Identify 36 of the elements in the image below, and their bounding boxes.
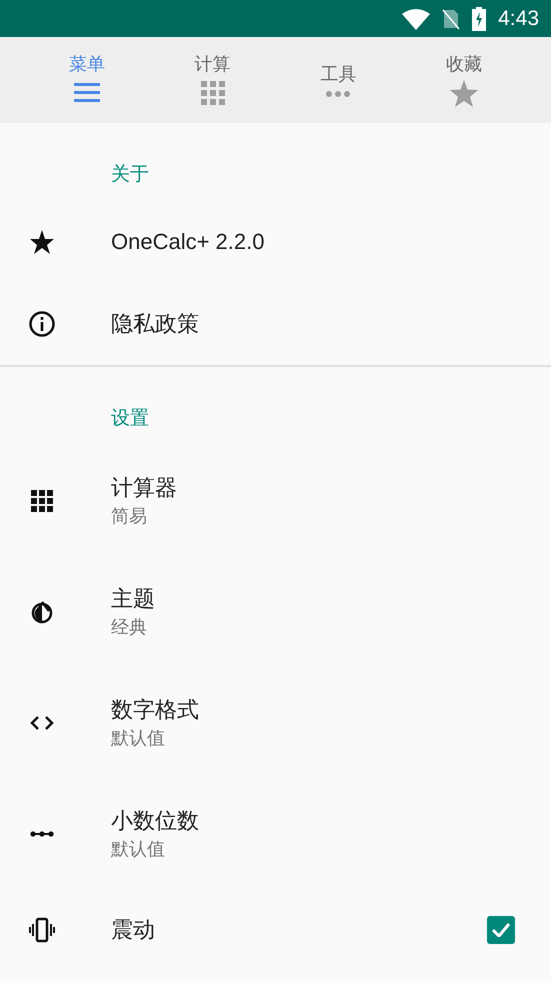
clock-time: 4:43 — [498, 6, 539, 32]
tab[interactable]: 工具 — [276, 37, 402, 123]
item-subtitle: 经典 — [111, 616, 148, 638]
tab[interactable]: 计算 — [150, 37, 276, 123]
dots-icon — [324, 90, 352, 98]
tab[interactable]: 收藏 — [401, 37, 527, 123]
no-sim-icon — [442, 8, 460, 30]
settings-item[interactable]: 主题 经典 — [0, 556, 551, 667]
settings-item[interactable]: 小数位数 默认值 — [0, 778, 551, 889]
info-icon — [28, 310, 56, 338]
settings-item[interactable]: 数字格式 默认值 — [0, 667, 551, 778]
wifi-icon — [402, 8, 430, 30]
item-title: 数字格式 — [111, 696, 200, 724]
item-subtitle: 默认值 — [111, 726, 166, 750]
item-title: 震动 — [111, 916, 156, 944]
section-header: 设置 — [111, 408, 149, 429]
item-subtitle: 简易 — [111, 504, 148, 528]
item-title: OneCalc+ 2.2.0 — [111, 228, 266, 256]
settings-item[interactable]: 计算器 简易 — [0, 445, 551, 556]
item-title: 主题 — [111, 584, 156, 612]
item-title: 小数位数 — [111, 806, 200, 834]
check-icon — [492, 923, 510, 937]
battery-charging-icon — [472, 6, 486, 30]
checkbox[interactable] — [487, 916, 515, 944]
vibration-icon — [28, 916, 56, 944]
item-title: 计算器 — [111, 474, 178, 502]
item-subtitle: 默认值 — [111, 838, 166, 860]
item-title: 隐私政策 — [111, 310, 200, 338]
section-header: 关于 — [111, 164, 149, 185]
dotted-line-icon — [28, 830, 56, 838]
star-icon — [450, 80, 478, 108]
grid-icon — [198, 80, 227, 108]
settings-item[interactable]: 震动 — [0, 889, 551, 971]
settings-item[interactable]: OneCalc+ 2.2.0 — [0, 201, 551, 283]
settings-item[interactable]: 隐私政策 — [0, 283, 551, 365]
star-icon — [28, 228, 56, 256]
